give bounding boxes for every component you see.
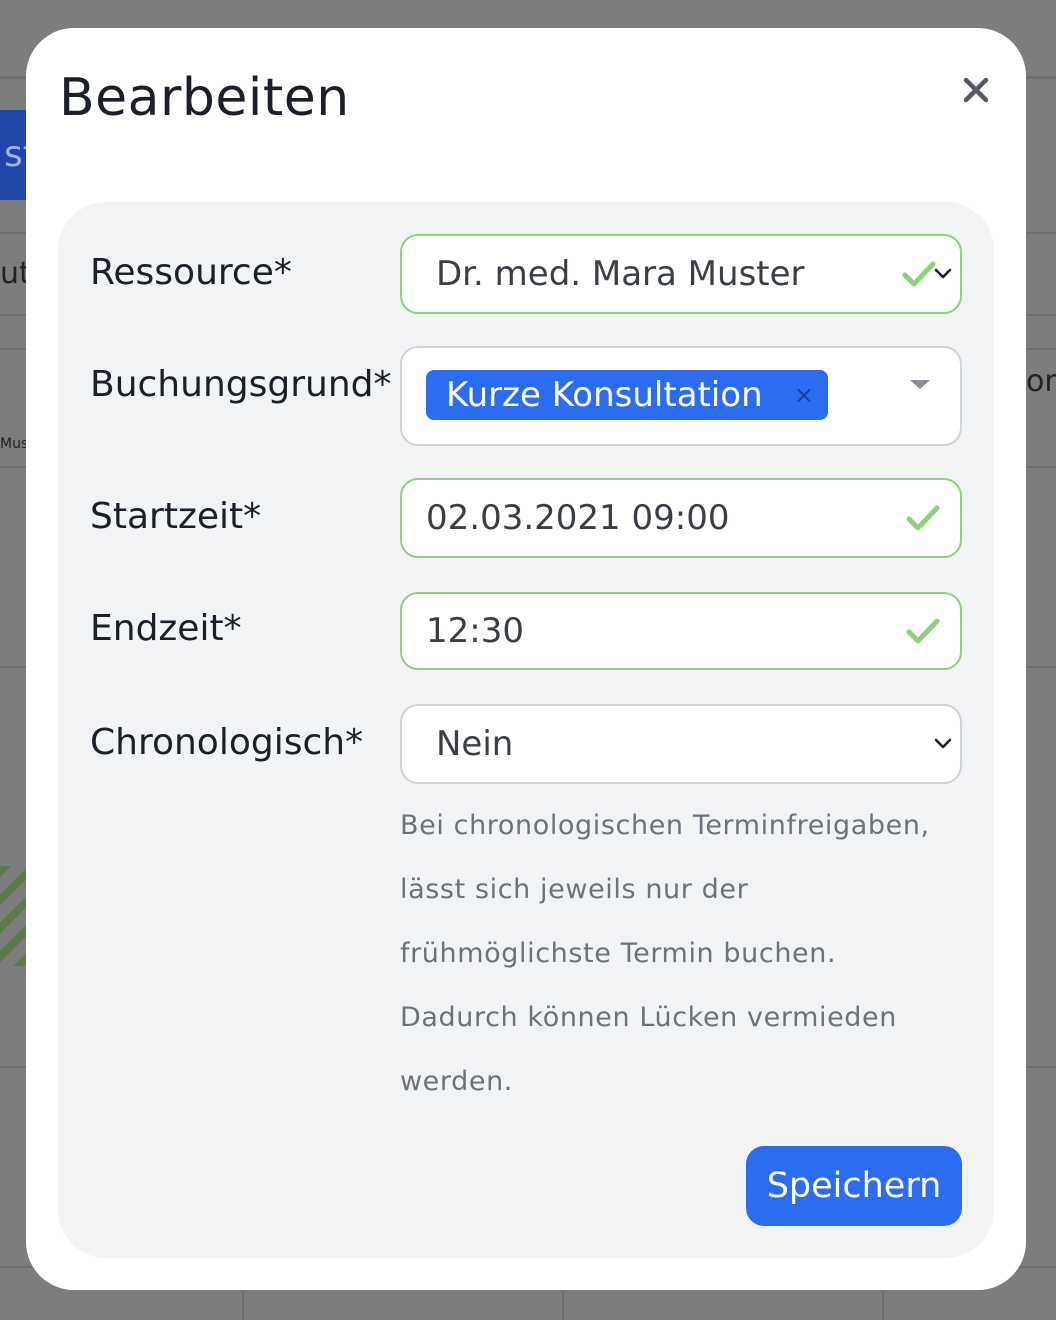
reason-tag: Kurze Konsultation × <box>426 370 828 420</box>
bg-divider <box>242 1290 244 1320</box>
resource-row: Ressource* Dr. med. Mara Muster <box>58 234 994 314</box>
bg-text: Mus <box>0 436 28 452</box>
start-time-value: 02.03.2021 09:00 <box>426 498 730 538</box>
resource-value: Dr. med. Mara Muster <box>436 254 805 294</box>
chronological-help-text: Bei chronologischen Terminfreigaben, läs… <box>400 810 930 1097</box>
start-label: Startzeit* <box>90 496 262 537</box>
reason-row: Buchungsgrund* Kurze Konsultation × <box>58 346 994 446</box>
close-button[interactable] <box>954 68 998 112</box>
check-icon <box>902 261 936 287</box>
end-row: Endzeit* 12:30 <box>58 592 994 670</box>
form-panel: Ressource* Dr. med. Mara Muster Buchungs… <box>58 202 994 1258</box>
chronological-value: Nein <box>436 724 514 764</box>
check-icon <box>906 505 940 531</box>
start-row: Startzeit* 02.03.2021 09:00 <box>58 478 994 558</box>
reason-tag-label: Kurze Konsultation <box>446 375 763 415</box>
end-time-value: 12:30 <box>426 611 524 651</box>
reason-multiselect[interactable]: Kurze Konsultation × <box>400 346 962 446</box>
chevron-down-icon <box>934 738 952 749</box>
resource-select[interactable]: Dr. med. Mara Muster <box>400 234 962 314</box>
chevron-down-icon <box>934 268 952 279</box>
bg-text: on <box>1026 364 1056 399</box>
start-time-input[interactable]: 02.03.2021 09:00 <box>400 478 962 558</box>
end-label: Endzeit* <box>90 608 242 649</box>
close-icon <box>963 77 989 103</box>
chronological-label: Chronologisch* <box>90 722 364 763</box>
caret-down-icon[interactable] <box>910 380 930 389</box>
reason-label: Buchungsgrund* <box>90 364 392 405</box>
bg-divider <box>882 1290 884 1320</box>
check-icon <box>906 618 940 644</box>
resource-label: Ressource* <box>90 252 292 293</box>
save-button[interactable]: Speichern <box>746 1146 962 1226</box>
chronological-row: Chronologisch* Nein <box>58 704 994 784</box>
bg-divider <box>562 1290 564 1320</box>
tag-remove-icon[interactable]: × <box>794 381 814 409</box>
edit-modal: Bearbeiten Ressource* Dr. med. Mara Must… <box>26 28 1026 1290</box>
chronological-select[interactable]: Nein <box>400 704 962 784</box>
modal-title: Bearbeiten <box>59 68 350 128</box>
end-time-input[interactable]: 12:30 <box>400 592 962 670</box>
